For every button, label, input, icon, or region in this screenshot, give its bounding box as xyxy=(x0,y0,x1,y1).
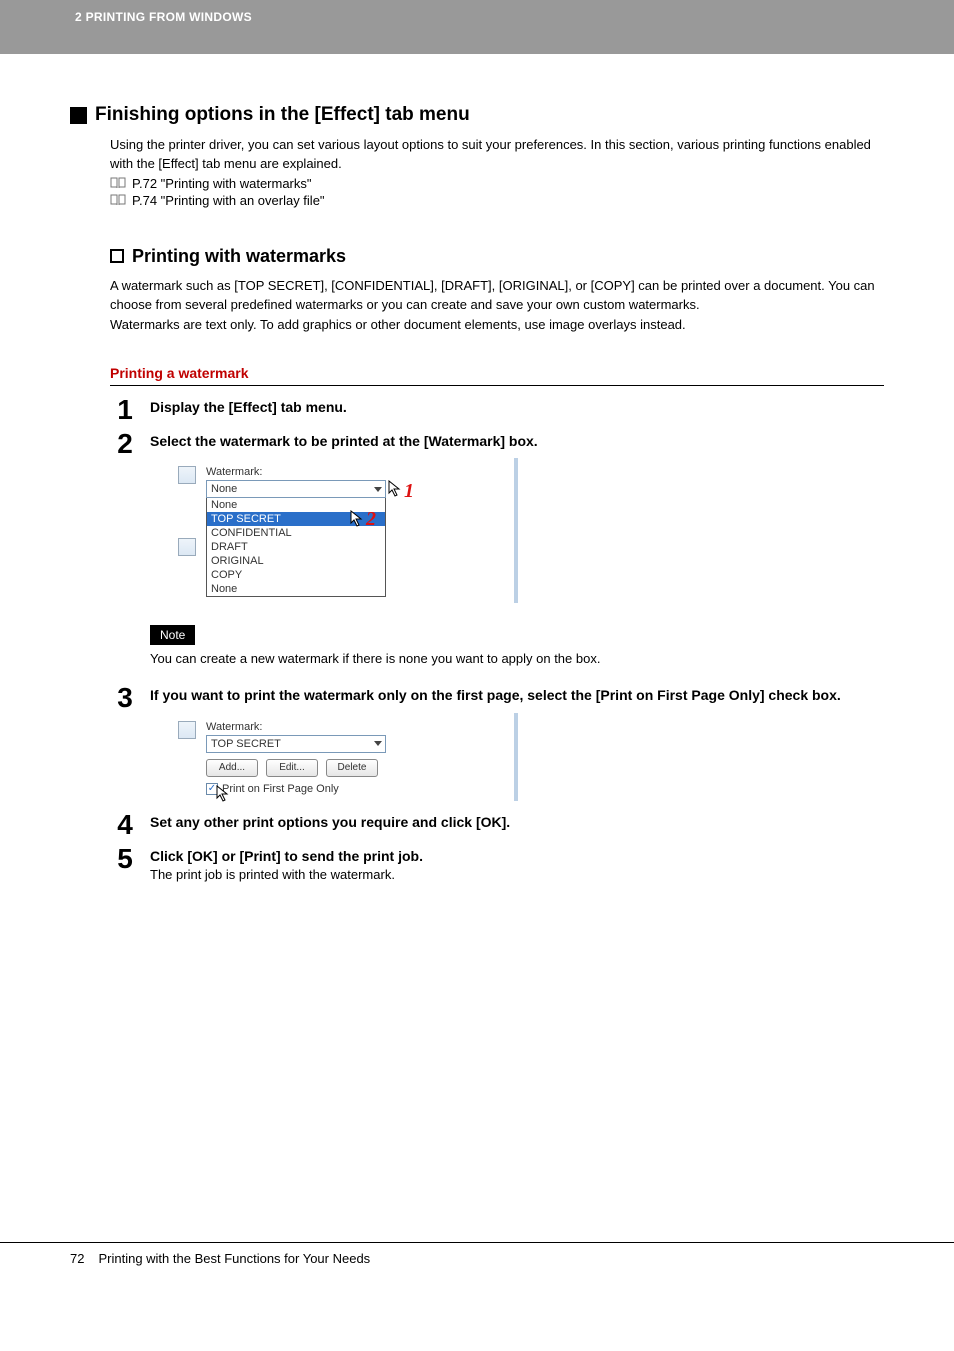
callout-number-1: 1 xyxy=(404,480,414,503)
heading-1-row: Finishing options in the [Effect] tab me… xyxy=(70,104,884,126)
step-body: Click [OK] or [Print] to send the print … xyxy=(150,845,884,882)
watermark-option[interactable]: CONFIDENTIAL xyxy=(207,526,385,540)
step-4: 4 Set any other print options you requir… xyxy=(114,811,884,839)
step-2: 2 Select the watermark to be printed at … xyxy=(114,430,884,678)
watermark-option[interactable]: ORIGINAL xyxy=(207,554,385,568)
group-icon xyxy=(178,466,196,484)
callout-number-2: 2 xyxy=(366,508,376,531)
step-5: 5 Click [OK] or [Print] to send the prin… xyxy=(114,845,884,882)
watermark-option[interactable]: None xyxy=(207,582,385,596)
note-label: Note xyxy=(150,625,195,645)
watermark-label: Watermark: xyxy=(206,721,504,733)
step-body: Select the watermark to be printed at th… xyxy=(150,430,884,678)
screenshot-inner: Watermark: None None TOP SECRET CONFIDEN… xyxy=(170,458,514,603)
step-body: Set any other print options you require … xyxy=(150,811,884,831)
step-subtext: The print job is printed with the waterm… xyxy=(150,867,884,882)
chevron-down-icon xyxy=(374,741,382,746)
watermark-select[interactable]: None xyxy=(206,480,386,498)
square-bullet-icon xyxy=(70,107,87,124)
checkbox-label: Print on First Page Only xyxy=(222,783,339,795)
book-icon xyxy=(110,194,126,206)
cursor-icon xyxy=(216,785,230,803)
step-title: If you want to print the watermark only … xyxy=(150,686,884,704)
watermark-selected: TOP SECRET xyxy=(211,738,281,750)
chapter-text: 2 PRINTING FROM WINDOWS xyxy=(75,10,252,24)
step-number: 3 xyxy=(114,684,136,712)
watermark-option[interactable]: DRAFT xyxy=(207,540,385,554)
page-body: Finishing options in the [Effect] tab me… xyxy=(0,54,954,882)
paragraph-1: A watermark such as [TOP SECRET], [CONFI… xyxy=(110,277,884,315)
checkbox-row: ✓ Print on First Page Only xyxy=(206,783,504,795)
heading-3: Printing a watermark xyxy=(110,365,884,386)
step-title: Display the [Effect] tab menu. xyxy=(150,398,884,416)
screenshot-watermark-dropdown: Watermark: None None TOP SECRET CONFIDEN… xyxy=(170,458,518,603)
cursor-icon xyxy=(388,480,402,498)
add-button[interactable]: Add... xyxy=(206,759,258,777)
step-title: Set any other print options you require … xyxy=(150,813,884,831)
chapter-header: 2 PRINTING FROM WINDOWS xyxy=(0,0,954,54)
delete-button[interactable]: Delete xyxy=(326,759,378,777)
footer-title: Printing with the Best Functions for You… xyxy=(98,1251,370,1266)
step-number: 4 xyxy=(114,811,136,839)
group-icon xyxy=(178,721,196,739)
watermark-label: Watermark: xyxy=(206,466,504,478)
button-row: Add... Edit... Delete xyxy=(206,759,504,777)
intro-paragraph: Using the printer driver, you can set va… xyxy=(110,136,884,174)
step-number: 1 xyxy=(114,396,136,424)
chevron-down-icon xyxy=(374,487,382,492)
heading-2-row: Printing with watermarks xyxy=(110,246,884,267)
screenshot-first-page-only: Watermark: TOP SECRET Add... Edit... Del… xyxy=(170,713,518,801)
crossref-1: P.72 "Printing with watermarks" xyxy=(110,176,884,191)
paragraph-2: Watermarks are text only. To add graphic… xyxy=(110,316,884,335)
page-footer: 72 Printing with the Best Functions for … xyxy=(0,1242,954,1306)
edit-button[interactable]: Edit... xyxy=(266,759,318,777)
step-3: 3 If you want to print the watermark onl… xyxy=(114,684,884,804)
hollow-square-icon xyxy=(110,249,124,263)
watermark-select[interactable]: TOP SECRET xyxy=(206,735,386,753)
watermark-option[interactable]: COPY xyxy=(207,568,385,582)
crossref-2-text: P.74 "Printing with an overlay file" xyxy=(132,193,325,208)
step-number: 2 xyxy=(114,430,136,458)
cursor-icon xyxy=(350,510,364,528)
screenshot-inner: Watermark: TOP SECRET Add... Edit... Del… xyxy=(170,713,514,801)
steps-list: 1 Display the [Effect] tab menu. 2 Selec… xyxy=(114,396,884,882)
crossref-1-text: P.72 "Printing with watermarks" xyxy=(132,176,312,191)
step-number: 5 xyxy=(114,845,136,873)
step-title: Click [OK] or [Print] to send the print … xyxy=(150,847,884,865)
page-number: 72 xyxy=(70,1251,84,1266)
group-icon xyxy=(178,538,196,556)
crossref-2: P.74 "Printing with an overlay file" xyxy=(110,193,884,208)
step-1: 1 Display the [Effect] tab menu. xyxy=(114,396,884,424)
heading-2: Printing with watermarks xyxy=(132,246,346,267)
step-body: Display the [Effect] tab menu. xyxy=(150,396,884,416)
watermark-selected: None xyxy=(211,483,237,495)
note-text: You can create a new watermark if there … xyxy=(150,651,884,666)
step-body: If you want to print the watermark only … xyxy=(150,684,884,804)
book-icon xyxy=(110,177,126,189)
step-title: Select the watermark to be printed at th… xyxy=(150,432,884,450)
heading-1: Finishing options in the [Effect] tab me… xyxy=(95,104,470,126)
